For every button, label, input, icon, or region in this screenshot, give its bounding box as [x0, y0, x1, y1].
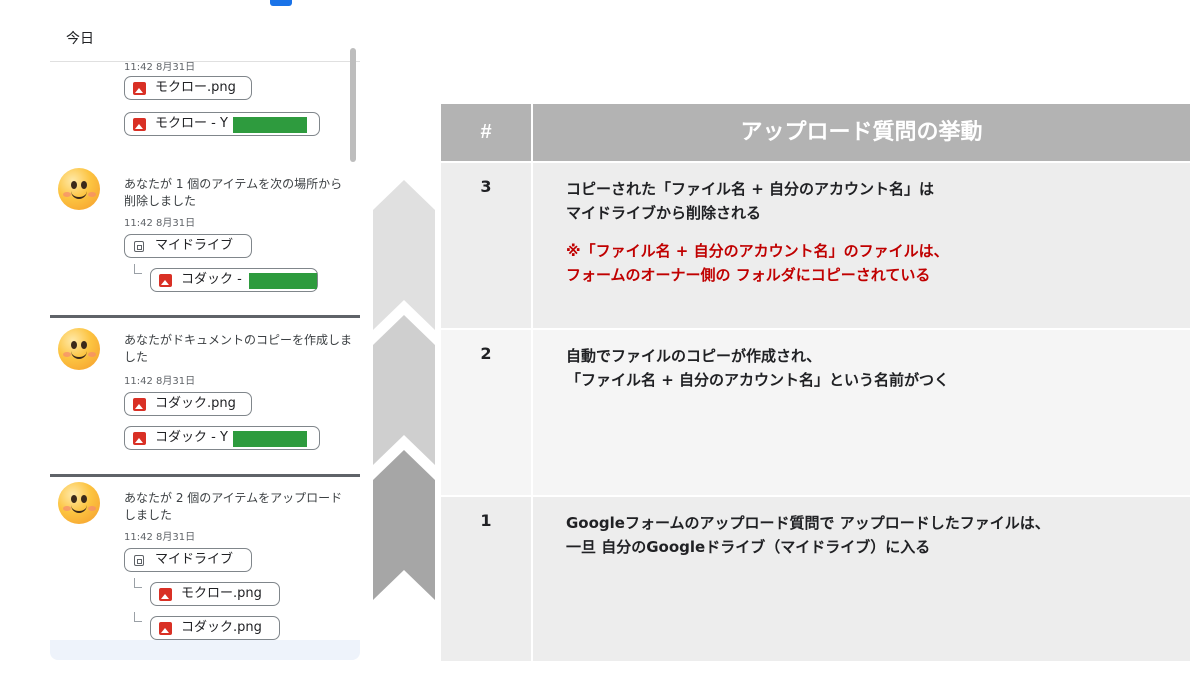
redacted-name	[233, 431, 307, 447]
image-file-icon	[133, 82, 146, 95]
file-chip-mokuro-png[interactable]: モクロー.png	[124, 76, 252, 100]
row-text-line: 一旦 自分のGoogleドライブ（マイドライブ）に入る	[566, 538, 931, 556]
table-row: コピーされた「ファイル名 + 自分のアカウント名」は マイドライブから削除される…	[533, 163, 1190, 328]
note-line: フォームのオーナー側の フォルダにコピーされている	[566, 266, 931, 284]
folder-chip-my-drive[interactable]: マイドライブ	[124, 234, 252, 258]
file-chip-kodakku-png[interactable]: コダック.png	[150, 616, 280, 640]
activity-text: あなたが 2 個のアイテムをアップロードしました	[124, 491, 343, 522]
activity-time: 11:42 8月31日	[124, 218, 196, 229]
table-row: 自動でファイルのコピーが作成され、 「ファイル名 + 自分のアカウント名」という…	[533, 330, 1190, 495]
tree-connector	[134, 578, 142, 588]
arrow-step-1	[373, 450, 435, 600]
user-avatar	[58, 328, 100, 370]
redacted-name	[249, 273, 317, 289]
today-label: 今日	[66, 31, 94, 47]
file-chip-mokuro-copy[interactable]: モクロー - Y	[124, 112, 320, 136]
drive-folder-icon	[134, 241, 144, 252]
row-text-line: 「ファイル名 + 自分のアカウント名」という名前がつく	[566, 371, 950, 389]
image-file-icon	[133, 432, 146, 445]
file-chip-kodakku-png[interactable]: コダック.png	[124, 392, 252, 416]
top-accent-bar	[270, 0, 292, 6]
scrollbar[interactable]	[350, 48, 356, 162]
image-file-icon	[133, 118, 146, 131]
step-arrows	[373, 180, 435, 600]
image-file-icon	[159, 622, 172, 635]
activity-separator	[50, 315, 360, 318]
row-number: 1	[441, 497, 531, 661]
redacted-name	[233, 117, 307, 133]
activity-panel: 11:42 8月31日 モクロー.png モクロー - Y 今日 あなたが 1 …	[50, 0, 360, 660]
folder-chip-my-drive[interactable]: マイドライブ	[124, 548, 252, 572]
row-note: ※「ファイル名 + 自分のアカウント名」のファイルは、 フォームのオーナー側の …	[566, 239, 1190, 287]
image-file-icon	[133, 398, 146, 411]
image-file-icon	[159, 274, 172, 287]
arrow-step-2	[373, 315, 435, 465]
table-row: Googleフォームのアップロード質問で アップロードしたファイルは、 一旦 自…	[533, 497, 1190, 661]
panel-bottom-tint	[50, 640, 360, 660]
table-header-title: アップロード質問の挙動	[533, 104, 1190, 161]
activity-time: 11:42 8月31日	[124, 376, 196, 387]
tree-connector	[134, 264, 142, 274]
activity-time: 11:42 8月31日	[124, 532, 196, 543]
row-number: 3	[441, 163, 531, 328]
row-text-line: Googleフォームのアップロード質問で アップロードしたファイルは、	[566, 514, 1050, 532]
file-chip-kodakku-copy[interactable]: コダック - Y	[124, 426, 320, 450]
row-text-line: マイドライブから削除される	[566, 204, 762, 222]
row-number: 2	[441, 330, 531, 495]
image-file-icon	[159, 588, 172, 601]
table-header-number: #	[441, 104, 531, 161]
file-chip-mokuro-png[interactable]: モクロー.png	[150, 582, 280, 606]
file-chip-kodakku-copy[interactable]: コダック -	[150, 268, 318, 292]
user-avatar	[58, 482, 100, 524]
drive-folder-icon	[134, 555, 144, 566]
panel-header: 今日	[50, 12, 360, 62]
activity-text: あなたが 1 個のアイテムを次の場所から削除しました	[124, 177, 343, 208]
activity-text: あなたがドキュメントのコピーを作成しました	[124, 333, 353, 364]
tree-connector	[134, 612, 142, 622]
activity-separator	[50, 474, 360, 477]
arrow-step-3	[373, 180, 435, 330]
note-line: ※「ファイル名 + 自分のアカウント名」のファイルは、	[566, 242, 949, 260]
row-text-line: コピーされた「ファイル名 + 自分のアカウント名」は	[566, 180, 935, 198]
row-text-line: 自動でファイルのコピーが作成され、	[566, 347, 822, 365]
user-avatar	[58, 168, 100, 210]
